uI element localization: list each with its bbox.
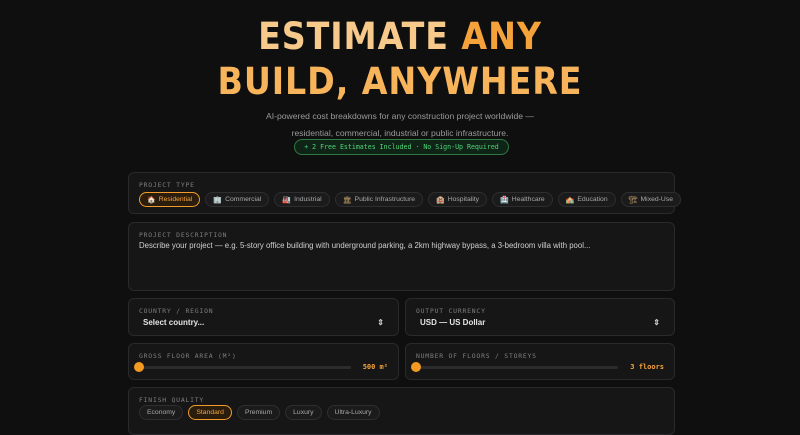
project-type-industrial[interactable]: 🏭 Industrial — [274, 192, 330, 207]
project-description-label: PROJECT DESCRIPTION — [139, 231, 228, 239]
project-type-healthcare[interactable]: 🏥 Healthcare — [492, 192, 553, 207]
project-type-hospitality[interactable]: 🏨 Hospitality — [428, 192, 488, 207]
hospital-icon: 🏥 — [500, 196, 509, 204]
floors-card: NUMBER OF FLOORS / STOREYS 3 floors — [405, 343, 675, 380]
hero-title: ESTIMATE ANY BUILD, ANYWHERE — [40, 14, 760, 104]
hero: ESTIMATE ANY BUILD, ANYWHERE — [0, 14, 800, 104]
finish-economy[interactable]: Economy — [139, 405, 184, 420]
floor-area-card: GROSS FLOOR AREA (M²) 500 m² — [128, 343, 399, 380]
floor-area-label: GROSS FLOOR AREA (M²) — [139, 352, 237, 360]
project-type-residential[interactable]: 🏠 Residential — [139, 192, 201, 207]
floors-label: NUMBER OF FLOORS / STOREYS — [416, 352, 537, 360]
floor-area-slider-row: 500 m² — [134, 361, 388, 372]
finish-ultra-luxury[interactable]: Ultra-Luxury — [326, 405, 380, 420]
project-type-option-label: Public Infrastructure — [354, 196, 415, 203]
country-card: COUNTRY / REGION Select country... ⇕ — [128, 298, 399, 336]
floor-area-value: 500 m² — [362, 363, 388, 371]
project-type-education[interactable]: 🏫 Education — [557, 192, 616, 207]
hero-title-line2: BUILD, ANYWHERE — [217, 60, 583, 103]
project-type-public-infrastructure[interactable]: 🏛 Public Infrastructure — [334, 192, 423, 207]
house-icon: 🏠 — [147, 196, 156, 204]
floor-area-slider-thumb[interactable] — [134, 361, 144, 372]
project-type-option-label: Commercial — [225, 196, 262, 203]
project-type-commercial[interactable]: 🏢 Commercial — [205, 192, 270, 207]
finish-premium[interactable]: Premium — [236, 405, 281, 420]
country-select[interactable]: Select country... ⇕ — [133, 312, 394, 332]
project-description-card[interactable]: PROJECT DESCRIPTION Describe your projec… — [128, 222, 675, 291]
floors-slider[interactable] — [411, 361, 619, 372]
project-type-option-label: Mixed-Use — [640, 196, 673, 203]
factory-icon: 🏭 — [282, 196, 292, 204]
project-type-option-label: Education — [577, 196, 608, 203]
badge-text: + 2 Free Estimates Included · No Sign-Up… — [304, 143, 499, 151]
finish-quality-options: Economy Standard Premium Luxury Ultra-Luxury — [139, 405, 380, 420]
project-type-card: PROJECT TYPE 🏠 Residential 🏢 Commercial 🏭 Ind… — [128, 172, 681, 214]
infrastructure-icon: 🏛 — [342, 196, 352, 204]
floors-slider-row: 3 floors — [411, 361, 664, 372]
chevron-updown-icon: ⇕ — [653, 317, 660, 327]
school-icon: 🏫 — [565, 196, 575, 204]
hero-title-estimate: ESTIMATE — [258, 15, 449, 58]
hotel-icon: 🏨 — [436, 196, 445, 204]
floors-slider-thumb[interactable] — [411, 361, 421, 372]
currency-select[interactable]: USD — US Dollar ⇕ — [410, 312, 670, 332]
hero-title-any: ANY — [461, 15, 542, 58]
project-type-label: PROJECT TYPE — [139, 181, 195, 189]
project-type-options: 🏠 Residential 🏢 Commercial 🏭 Industrial 🏛 Publi… — [139, 192, 681, 207]
finish-quality-label: FINISH QUALITY — [139, 396, 205, 404]
project-type-mixed-use[interactable]: 🏗 Mixed-Use — [620, 192, 681, 207]
project-type-option-label: Industrial — [294, 196, 322, 203]
subtitle-line-1: AI-powered cost breakdowns for any const… — [266, 111, 534, 121]
currency-select-value: USD — US Dollar — [420, 317, 486, 327]
project-type-option-label: Hospitality — [447, 196, 480, 203]
project-description-input[interactable]: Describe your project — e.g. 5-story off… — [139, 241, 590, 250]
country-select-value: Select country... — [143, 317, 205, 327]
hero-subtitle: AI-powered cost breakdowns for any const… — [150, 108, 650, 142]
currency-card: OUTPUT CURRENCY USD — US Dollar ⇕ — [405, 298, 675, 336]
office-building-icon: 🏢 — [213, 196, 223, 204]
free-estimates-badge: + 2 Free Estimates Included · No Sign-Up… — [294, 139, 509, 155]
project-type-option-label: Healthcare — [511, 196, 545, 203]
chevron-updown-icon: ⇕ — [377, 317, 384, 327]
finish-luxury[interactable]: Luxury — [285, 405, 322, 420]
finish-standard[interactable]: Standard — [188, 405, 232, 420]
mixed-use-icon: 🏗 — [628, 196, 638, 204]
floors-value: 3 floors — [630, 363, 664, 371]
project-type-option-label: Residential — [158, 196, 193, 203]
floor-area-slider[interactable] — [134, 361, 351, 372]
finish-quality-card: FINISH QUALITY Economy Standard Premium Lux… — [128, 387, 675, 435]
